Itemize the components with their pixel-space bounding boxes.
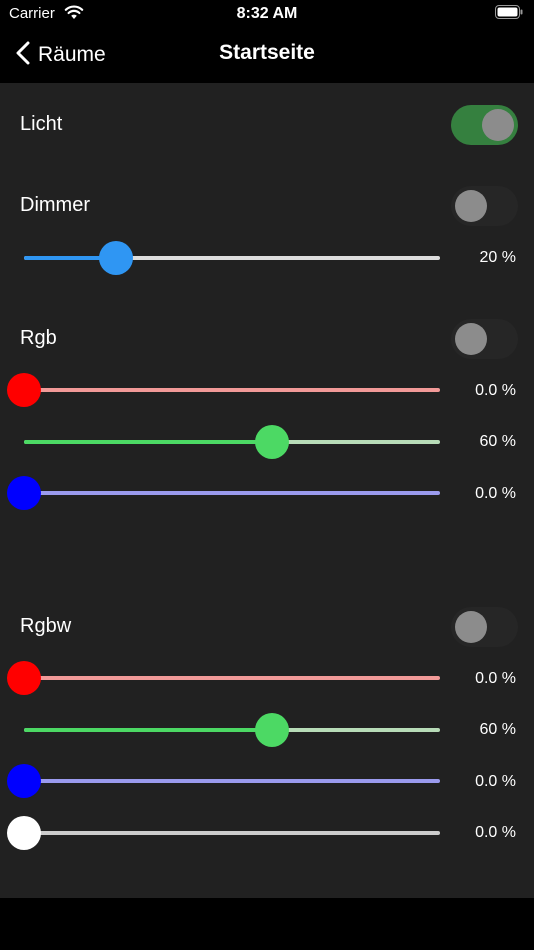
rgb-blue-value: 0.0 % [475,485,516,502]
dimmer-slider[interactable] [24,241,440,275]
rgbw-blue-value: 0.0 % [475,773,516,790]
section-licht: Licht [0,83,534,164]
section-next [0,873,534,898]
licht-label: Licht [20,113,63,135]
rgb-green-slider[interactable] [24,425,440,459]
rgb-label: Rgb [20,327,57,349]
rgbw-blue-slider[interactable] [7,764,440,798]
slider-thumb[interactable] [7,661,41,695]
battery-icon [495,5,523,20]
slider-thumb[interactable] [7,764,41,798]
slider-thumb[interactable] [254,713,289,747]
slider-thumb[interactable] [254,425,289,459]
rgbw-red-slider[interactable] [7,661,440,695]
toggle-knob [455,323,487,355]
section-rgb: Rgb 0.0 % 60 % 0.0 % [0,297,534,585]
section-rgbw: Rgbw 0.0 % 60 % 0.0 % 0.0 % [0,585,534,873]
status-bar: Carrier 8:32 AM [0,0,534,28]
toggle-knob [455,611,487,643]
section-dimmer: Dimmer 20 % [0,164,534,297]
slider-thumb[interactable] [7,373,41,407]
dimmer-label: Dimmer [20,194,90,216]
rgb-red-value: 0.0 % [475,382,516,399]
rgbw-green-value: 60 % [479,721,516,738]
rgb-blue-slider[interactable] [7,476,440,510]
page-title: Startseite [219,41,315,64]
slider-thumb[interactable] [7,476,41,510]
rgb-green-value: 60 % [479,433,516,450]
dimmer-value: 20 % [479,249,516,266]
rgbw-white-slider[interactable] [7,816,440,850]
status-time: 8:32 AM [236,5,298,22]
dimmer-toggle[interactable] [451,186,518,226]
rgbw-green-slider[interactable] [24,713,440,747]
rgb-toggle[interactable] [451,319,518,359]
toggle-knob [482,109,514,141]
slider-thumb[interactable] [98,241,133,275]
navigation-bar: Räume Startseite [0,28,534,83]
rgbw-toggle[interactable] [451,607,518,647]
toggle-knob [455,190,487,222]
rgbw-red-value: 0.0 % [475,670,516,687]
licht-toggle[interactable] [451,105,518,145]
slider-thumb[interactable] [7,816,41,850]
rgbw-white-value: 0.0 % [475,824,516,841]
rgb-red-slider[interactable] [7,373,440,407]
rgbw-label: Rgbw [20,615,72,637]
